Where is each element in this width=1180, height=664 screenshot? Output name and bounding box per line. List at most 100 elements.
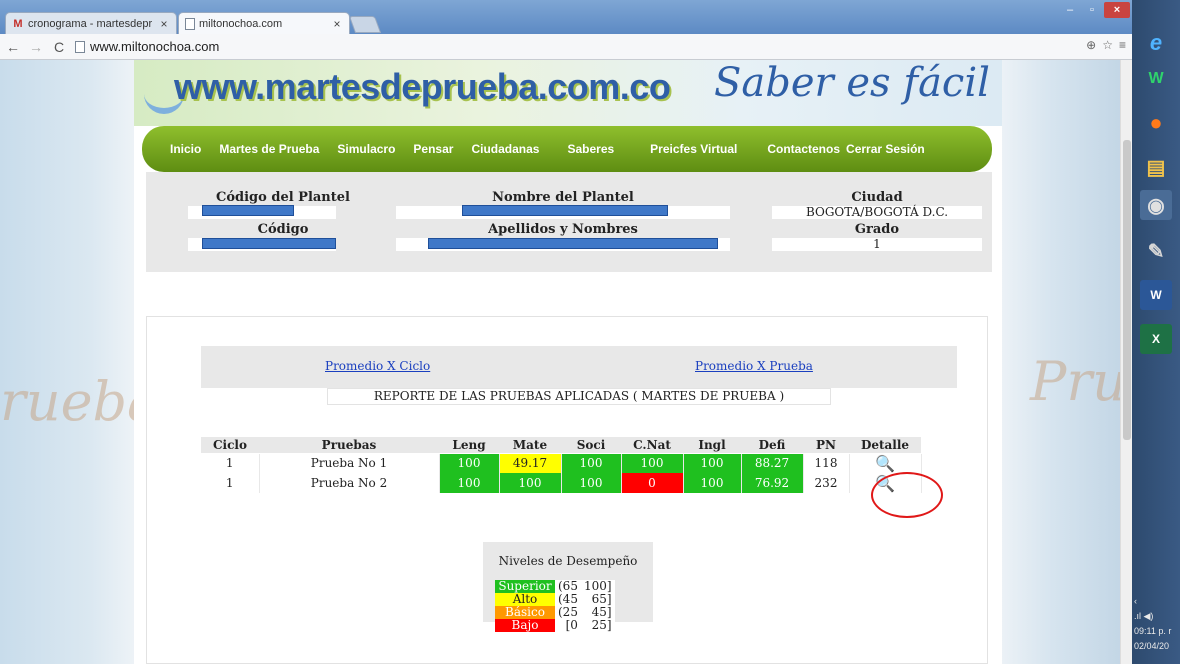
cell-soci: 100: [561, 473, 622, 493]
legend-title: Niveles de Desempeño: [498, 554, 638, 568]
chrome-icon[interactable]: ◉: [1140, 190, 1172, 220]
tab-label: cronograma - martesdepr: [28, 17, 153, 30]
cell-prueba: Prueba No 1: [259, 453, 440, 473]
redaction-mark: [202, 205, 294, 216]
main-nav: Inicio Martes de Prueba Simulacro Pensar…: [142, 126, 992, 172]
maximize-icon[interactable]: ▫: [1082, 2, 1102, 18]
legend-table: Superior (65 100] Alto (45 65] Básico (2…: [495, 580, 615, 632]
col-pruebas: Pruebas: [259, 437, 439, 454]
page-icon: [185, 17, 195, 30]
nav-contactenos[interactable]: Contactenos: [767, 142, 840, 156]
tab-cronograma[interactable]: M cronograma - martesdepr ×: [5, 12, 177, 34]
col-leng: Leng: [439, 437, 499, 454]
col-soci: Soci: [561, 437, 621, 454]
cell-leng: 100: [439, 473, 500, 493]
detail-magnifier-icon[interactable]: 🔍: [875, 454, 895, 473]
nav-inicio[interactable]: Inicio: [170, 142, 201, 156]
cell-ciclo: 1: [201, 453, 260, 473]
new-tab-button[interactable]: [348, 16, 382, 33]
app-w-icon[interactable]: W: [1140, 64, 1172, 94]
student-info-panel: Código del Plantel Nombre del Plantel Ci…: [146, 172, 992, 272]
nav-cerrar-sesion[interactable]: Cerrar Sesión: [846, 142, 925, 156]
zoom-icon[interactable]: ⊕: [1086, 38, 1096, 52]
cell-ingl: 100: [683, 453, 742, 473]
cell-ingl: 100: [683, 473, 742, 493]
highlight-circle: [871, 472, 943, 518]
grado-value: 1: [772, 238, 982, 251]
nav-pensar[interactable]: Pensar: [413, 142, 453, 156]
promedio-x-ciclo-link[interactable]: Promedio X Ciclo: [325, 359, 430, 373]
tab-label: miltonochoa.com: [199, 17, 283, 30]
cell-cnat: 0: [621, 473, 684, 493]
nav-saberes[interactable]: Saberes: [567, 142, 614, 156]
table-row: 1 Prueba No 1 100 49.17 100 100 100 88.2…: [201, 453, 922, 473]
tray-icons: ‹: [1134, 596, 1137, 606]
cell-prueba: Prueba No 2: [259, 473, 440, 493]
minimize-icon[interactable]: –: [1060, 2, 1080, 18]
clock-time: 09:11 p. r: [1134, 626, 1172, 636]
legend-high: 25]: [580, 619, 615, 632]
cell-mate: 49.17: [499, 453, 562, 473]
col-cnat: C.Nat: [621, 437, 683, 454]
cell-leng: 100: [439, 453, 500, 473]
browser-toolbar: ← → C www.miltonochoa.com ⊕ ☆ ≡: [0, 34, 1132, 60]
legend-low: [0: [555, 619, 581, 632]
redaction-mark: [202, 238, 336, 249]
main-content: www.martesdeprueba.com.co Saber es fácil…: [134, 60, 1002, 664]
tray-icons: .ıl ◀): [1134, 611, 1154, 621]
cell-pn: 118: [803, 453, 850, 473]
system-tray: ‹ .ıl ◀) 09:11 p. r 02/04/20: [1134, 594, 1180, 654]
performance-legend: Niveles de Desempeño Superior (65 100] A…: [483, 542, 653, 632]
orange-app-icon[interactable]: ●: [1140, 108, 1172, 138]
back-arrow-icon[interactable]: ←: [3, 37, 23, 57]
tab-miltonochoa[interactable]: miltonochoa.com ×: [178, 12, 350, 34]
col-pn: PN: [803, 437, 849, 454]
address-bar[interactable]: www.miltonochoa.com: [75, 39, 219, 54]
cell-cnat: 100: [621, 453, 684, 473]
col-ciclo: Ciclo: [201, 437, 259, 454]
cell-mate: 100: [499, 473, 562, 493]
folder-icon[interactable]: ▤: [1140, 152, 1172, 182]
scores-table: Ciclo Pruebas Leng Mate Soci C.Nat Ingl …: [201, 437, 922, 493]
nav-ciudadanas[interactable]: Ciudadanas: [471, 142, 539, 156]
legend-level-bajo: Bajo: [495, 619, 555, 632]
cell-ciclo: 1: [201, 473, 260, 493]
scores-header-row: Ciclo Pruebas Leng Mate Soci C.Nat Ingl …: [201, 437, 921, 454]
promedio-x-prueba-link[interactable]: Promedio X Prueba: [695, 359, 813, 373]
promedio-links-bar: Promedio X Ciclo Promedio X Prueba: [201, 346, 957, 388]
windows-taskbar: e W ● ▤ ◉ ✎ W X: [1132, 0, 1180, 664]
report-box: Promedio X Ciclo Promedio X Prueba REPOR…: [146, 316, 988, 664]
nav-preicfes-virtual[interactable]: Preicfes Virtual: [650, 142, 737, 156]
star-icon[interactable]: ☆: [1102, 38, 1113, 52]
close-window-icon[interactable]: ×: [1104, 2, 1130, 18]
col-detalle: Detalle: [849, 437, 921, 454]
codigo-plantel-label: Código del Plantel: [216, 190, 350, 205]
codigo-label: Código: [257, 222, 309, 237]
cell-defi: 88.27: [741, 453, 804, 473]
cell-pn: 232: [803, 473, 850, 493]
site-banner: www.martesdeprueba.com.co Saber es fácil: [134, 60, 1002, 126]
nav-simulacro[interactable]: Simulacro: [337, 142, 395, 156]
col-mate: Mate: [499, 437, 561, 454]
close-tab-icon[interactable]: ×: [158, 17, 170, 31]
cell-defi: 76.92: [741, 473, 804, 493]
excel-icon[interactable]: X: [1140, 324, 1172, 354]
scrollbar-thumb[interactable]: [1123, 140, 1131, 440]
word-icon[interactable]: W: [1140, 280, 1172, 310]
clock-date: 02/04/20: [1134, 641, 1170, 651]
browser-tabbar: M cronograma - martesdepr × miltonochoa.…: [0, 0, 1132, 34]
internet-explorer-icon[interactable]: e: [1140, 28, 1172, 58]
menu-icon[interactable]: ≡: [1119, 38, 1126, 52]
cell-detalle: 🔍: [849, 453, 922, 473]
reload-icon[interactable]: C: [49, 37, 69, 57]
decorative-background-art: Prue: [1030, 350, 1132, 413]
pen-icon[interactable]: ✎: [1140, 236, 1172, 266]
nav-martes-de-prueba[interactable]: Martes de Prueba: [219, 142, 319, 156]
close-tab-icon[interactable]: ×: [331, 17, 343, 31]
report-title: REPORTE DE LAS PRUEBAS APLICADAS ( MARTE…: [327, 388, 831, 405]
cell-soci: 100: [561, 453, 622, 473]
ciudad-label: Ciudad: [851, 190, 903, 205]
redaction-mark: [462, 205, 668, 216]
scrollbar[interactable]: [1120, 60, 1132, 664]
forward-arrow-icon[interactable]: →: [26, 37, 46, 57]
